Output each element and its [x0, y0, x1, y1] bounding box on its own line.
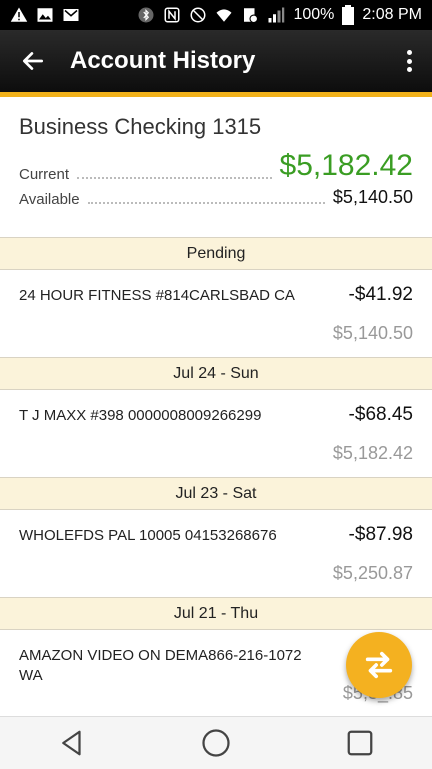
section-header: Jul 23 - Sat	[0, 477, 432, 510]
transfer-button[interactable]	[346, 632, 412, 698]
battery-icon	[342, 5, 355, 25]
transaction-description: 24 HOUR FITNESS #814CARLSBAD CA	[19, 287, 295, 304]
running-balance: $5,250.87	[332, 563, 413, 583]
mute-icon	[190, 7, 206, 23]
running-balance: $5,140.50	[332, 323, 413, 343]
transaction-amount: -$87.98	[348, 524, 413, 545]
arrow-back-icon[interactable]	[20, 48, 46, 74]
transaction-description: WHOLEFDS PAL 10005 04153268676	[19, 527, 277, 544]
data-off-icon	[244, 8, 259, 24]
bluetooth-icon	[138, 7, 154, 23]
available-label: Available	[19, 191, 80, 208]
wifi-icon	[216, 9, 232, 22]
recents-square-icon	[347, 730, 373, 756]
account-summary: Business Checking 1315 Current $5,182.42…	[0, 97, 432, 237]
home-circle-icon	[202, 729, 230, 757]
clock: 2:08 PM	[362, 6, 422, 23]
transaction-row[interactable]: T J MAXX #398 0000008009266299 -$68.45 $…	[0, 390, 432, 478]
warning-icon	[10, 7, 28, 22]
nav-home-button[interactable]	[200, 727, 232, 759]
transfer-icon	[365, 651, 393, 679]
section-header: Pending	[0, 237, 432, 270]
dot-leader	[77, 177, 272, 179]
section-header: Jul 21 - Thu	[0, 597, 432, 630]
transaction-description: AMAZON VIDEO ON DEMA866-216-1072 WA	[19, 647, 302, 684]
system-nav-bar	[0, 716, 432, 769]
back-triangle-icon	[62, 730, 81, 756]
signal-icon	[268, 7, 285, 23]
image-icon	[37, 8, 53, 22]
gmail-icon	[63, 9, 79, 21]
nav-recents-button[interactable]	[344, 727, 376, 759]
transaction-amount: -$41.92	[348, 284, 413, 305]
more-vert-icon[interactable]	[406, 50, 412, 72]
nav-back-button[interactable]	[56, 727, 88, 759]
status-bar: 100% 2:08 PM	[0, 0, 432, 30]
section-header: Jul 24 - Sun	[0, 357, 432, 390]
app-bar: Account History	[0, 30, 432, 92]
page-title: Account History	[70, 47, 256, 74]
current-label: Current	[19, 166, 70, 183]
transaction-row[interactable]: 24 HOUR FITNESS #814CARLSBAD CA -$41.92 …	[0, 270, 432, 358]
account-name: Business Checking 1315	[19, 114, 262, 139]
battery-percent: 100%	[293, 6, 335, 23]
current-balance-row: Current $5,182.42	[19, 149, 413, 183]
transaction-amount: -$68.45	[348, 404, 413, 425]
transaction-description: T J MAXX #398 0000008009266299	[19, 407, 262, 424]
current-balance: $5,182.42	[279, 149, 413, 182]
running-balance: $5,182.42	[332, 443, 413, 463]
available-balance-row: Available $5,140.50	[19, 187, 413, 208]
available-balance: $5,140.50	[332, 187, 413, 207]
transaction-row[interactable]: WHOLEFDS PAL 10005 04153268676 -$87.98 $…	[0, 510, 432, 598]
dot-leader	[87, 202, 325, 204]
nfc-icon	[164, 7, 180, 23]
